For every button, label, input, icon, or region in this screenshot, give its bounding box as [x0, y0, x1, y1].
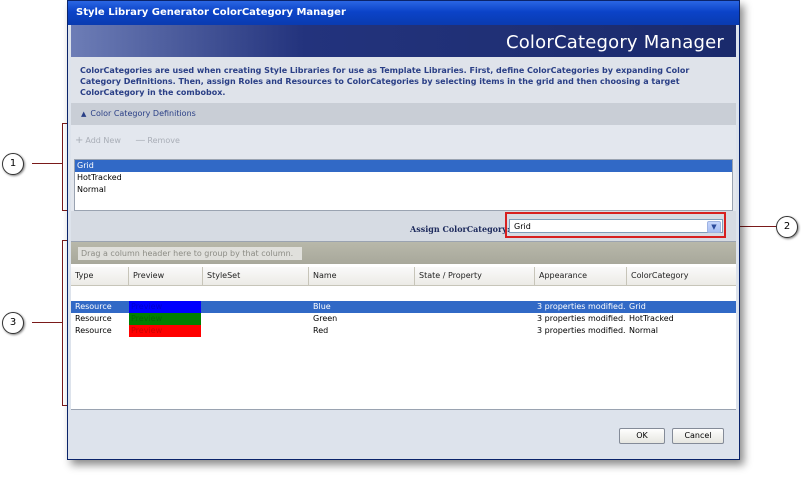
plus-icon: + [75, 135, 84, 146]
col-header-styleset[interactable]: StyleSet [203, 267, 309, 285]
ok-button[interactable]: OK [619, 428, 665, 444]
remove-button[interactable]: — Remove [135, 135, 185, 146]
definitions-toolbar: + Add New — Remove [75, 135, 192, 149]
dialog-footer: OK Cancel [71, 409, 736, 457]
cell-name: Red [313, 326, 329, 335]
add-new-button[interactable]: + Add New [75, 135, 127, 146]
callout-3-line [32, 322, 62, 323]
cell-colorcategory: HotTracked [629, 314, 674, 323]
cancel-button[interactable]: Cancel [672, 428, 724, 444]
category-item-grid[interactable]: Grid [75, 160, 732, 172]
cell-appearance: 3 properties modified. [537, 314, 626, 323]
table-row[interactable]: Resource Preview Blue 3 properties modif… [71, 301, 736, 313]
cell-colorcategory: Grid [629, 302, 646, 311]
group-by-hint: Drag a column header here to group by th… [78, 247, 302, 260]
col-header-appearance[interactable]: Appearance [535, 267, 627, 285]
intro-text: ColorCategories are used when creating S… [71, 57, 736, 103]
callout-1-line [32, 163, 62, 164]
cell-colorcategory: Normal [629, 326, 658, 335]
callout-2: 2 [776, 216, 798, 238]
chevron-up-icon: ▲ [81, 110, 87, 118]
table-row[interactable]: Resource Preview Green 3 properties modi… [71, 313, 736, 325]
col-header-name[interactable]: Name [309, 267, 415, 285]
cell-type: Resource [75, 314, 112, 323]
grid-column-headers: Type Preview StyleSet Name State / Prope… [71, 267, 736, 286]
callout-3: 3 [2, 312, 24, 334]
category-item-hottracked[interactable]: HotTracked [75, 172, 732, 184]
resource-grid: Drag a column header here to group by th… [71, 241, 736, 410]
cell-name: Blue [313, 302, 331, 311]
cell-preview: Preview [129, 313, 201, 325]
window-titlebar[interactable]: Style Library Generator ColorCategory Ma… [68, 1, 739, 25]
col-header-state-property[interactable]: State / Property [415, 267, 535, 285]
cell-type: Resource [75, 326, 112, 335]
table-row[interactable]: Resource Preview Red 3 properties modifi… [71, 325, 736, 337]
combobox-highlight [505, 212, 726, 238]
header-banner: ColorCategory Manager [71, 25, 736, 57]
cell-preview: Preview [129, 325, 201, 337]
cell-preview: Preview [129, 301, 201, 313]
col-header-colorcategory[interactable]: ColorCategory [627, 267, 736, 285]
category-list[interactable]: Grid HotTracked Normal [74, 159, 733, 211]
group-by-area[interactable]: Drag a column header here to group by th… [71, 242, 736, 264]
remove-label: Remove [147, 136, 180, 145]
cell-appearance: 3 properties modified. [537, 302, 626, 311]
header-title: ColorCategory Manager [505, 32, 724, 53]
cell-name: Green [313, 314, 338, 323]
col-header-preview[interactable]: Preview [129, 267, 203, 285]
minus-icon: — [135, 135, 146, 146]
category-item-normal[interactable]: Normal [75, 184, 732, 196]
col-header-type[interactable]: Type [71, 267, 129, 285]
assign-colorcategory-label: Assign ColorCategory: [410, 224, 510, 234]
section-label: Color Category Definitions [90, 109, 196, 118]
cell-type: Resource [75, 302, 112, 311]
definitions-panel: + Add New — Remove Grid HotTracked Normal [71, 125, 736, 211]
add-new-label: Add New [85, 136, 121, 145]
callout-1: 1 [2, 153, 24, 175]
cell-appearance: 3 properties modified. [537, 326, 626, 335]
color-category-definitions-header[interactable]: ▲ Color Category Definitions [71, 103, 736, 125]
